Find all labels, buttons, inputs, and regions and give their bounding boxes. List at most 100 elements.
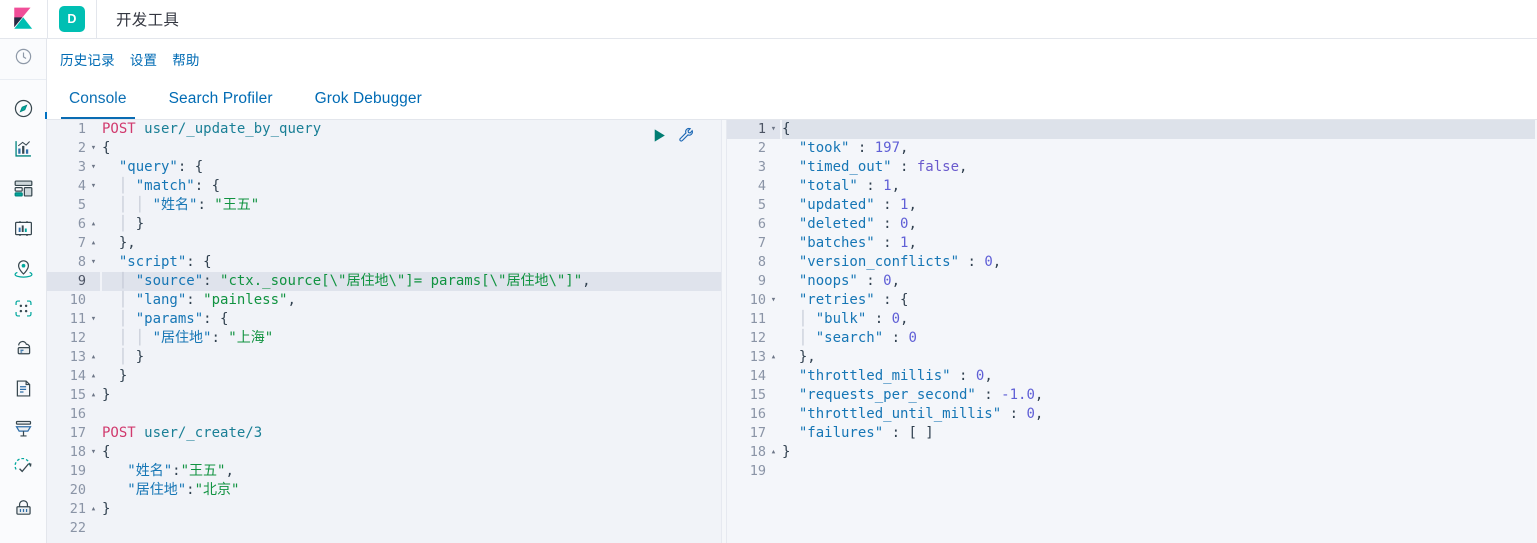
tab-console[interactable]: Console: [61, 90, 135, 119]
code-line[interactable]: }: [102, 367, 721, 386]
code-line[interactable]: },: [782, 348, 1535, 367]
gutter-line[interactable]: 13 ▴: [727, 348, 780, 367]
fold-collapse-icon[interactable]: ▾: [89, 443, 98, 462]
code-line[interactable]: │ "search" : 0: [782, 329, 1535, 348]
code-line[interactable]: },: [102, 234, 721, 253]
code-line[interactable]: "failures" : [ ]: [782, 424, 1535, 443]
wrench-icon[interactable]: [678, 127, 695, 150]
gutter-line[interactable]: 4: [727, 177, 780, 196]
gutter-line[interactable]: 16: [47, 405, 100, 424]
gutter-line[interactable]: 18 ▾: [47, 443, 100, 462]
gutter-line[interactable]: 17: [47, 424, 100, 443]
sidebar-item-security[interactable]: [0, 488, 46, 528]
code-line[interactable]: │ "bulk" : 0,: [782, 310, 1535, 329]
request-editor[interactable]: 1 2 ▾ 3 ▾ 4 ▾ 5 6 ▴ 7 ▴ 8 ▾ 9 10 11 ▾ 12 13 ▴ 14 ▴ 15 ▴ 16 17 18 ▾ 19…: [47, 120, 721, 543]
code-line[interactable]: │ │ "居住地": "上海": [102, 329, 721, 348]
gutter-line[interactable]: 11 ▾: [47, 310, 100, 329]
gutter-line[interactable]: 3: [727, 158, 780, 177]
gutter-line[interactable]: 16: [727, 405, 780, 424]
gutter-line[interactable]: 17: [727, 424, 780, 443]
gutter-line[interactable]: 20: [47, 481, 100, 500]
fold-expand-icon[interactable]: ▴: [89, 234, 98, 253]
code-line[interactable]: "version_conflicts" : 0,: [782, 253, 1535, 272]
fold-collapse-icon[interactable]: ▾: [89, 177, 98, 196]
gutter-line[interactable]: 21 ▴: [47, 500, 100, 519]
code-line[interactable]: │ }: [102, 348, 721, 367]
code-line[interactable]: [782, 462, 1535, 481]
sidebar-item-visualize[interactable]: [0, 128, 46, 168]
subnav-item-help[interactable]: 帮助: [171, 47, 200, 71]
code-line[interactable]: }: [102, 386, 721, 405]
gutter-line[interactable]: 8 ▾: [47, 253, 100, 272]
gutter-line[interactable]: 10: [47, 291, 100, 310]
gutter-line[interactable]: 15: [727, 386, 780, 405]
code-line[interactable]: "retries" : {: [782, 291, 1535, 310]
gutter-line[interactable]: 5: [47, 196, 100, 215]
tab-grok-debugger[interactable]: Grok Debugger: [307, 90, 430, 119]
fold-collapse-icon[interactable]: ▾: [769, 291, 778, 310]
fold-expand-icon[interactable]: ▴: [769, 348, 778, 367]
gutter-line[interactable]: 4 ▾: [47, 177, 100, 196]
sidebar-item-uptime[interactable]: [0, 448, 46, 488]
code-line[interactable]: │ "params": {: [102, 310, 721, 329]
gutter-line[interactable]: 14 ▴: [47, 367, 100, 386]
code-line[interactable]: "script": {: [102, 253, 721, 272]
fold-expand-icon[interactable]: ▴: [89, 215, 98, 234]
code-line[interactable]: │ "lang": "painless",: [102, 291, 721, 310]
tab-search-profiler[interactable]: Search Profiler: [161, 90, 281, 119]
sidebar-item-apm[interactable]: [0, 408, 46, 448]
code-line[interactable]: "deleted" : 0,: [782, 215, 1535, 234]
gutter-line[interactable]: 7: [727, 234, 780, 253]
gutter-line[interactable]: 1 ▾: [727, 120, 780, 139]
code-line[interactable]: "updated" : 1,: [782, 196, 1535, 215]
gutter-line[interactable]: 18 ▴: [727, 443, 780, 462]
gutter-line[interactable]: 2: [727, 139, 780, 158]
code-line[interactable]: [102, 519, 721, 538]
sidebar-item-canvas[interactable]: [0, 208, 46, 248]
sidebar-item-discover[interactable]: [0, 88, 46, 128]
gutter-line[interactable]: 1: [47, 120, 100, 139]
gutter-line[interactable]: 3 ▾: [47, 158, 100, 177]
fold-expand-icon[interactable]: ▴: [769, 443, 778, 462]
fold-collapse-icon[interactable]: ▾: [89, 139, 98, 158]
code-line[interactable]: {: [782, 120, 1535, 139]
sidebar-item-infrastructure[interactable]: [0, 328, 46, 368]
code-line[interactable]: "requests_per_second" : -1.0,: [782, 386, 1535, 405]
sidebar-item-machine-learning[interactable]: [0, 288, 46, 328]
code-line[interactable]: │ "source": "ctx._source[\"居住地\"]= param…: [102, 272, 721, 291]
gutter-line[interactable]: 10 ▾: [727, 291, 780, 310]
fold-expand-icon[interactable]: ▴: [89, 367, 98, 386]
code-line[interactable]: POST user/_create/3: [102, 424, 721, 443]
code-line[interactable]: "took" : 197,: [782, 139, 1535, 158]
code-line[interactable]: │ "match": {: [102, 177, 721, 196]
code-line[interactable]: "batches" : 1,: [782, 234, 1535, 253]
gutter-line[interactable]: 22: [47, 519, 100, 538]
gutter-line[interactable]: 8: [727, 253, 780, 272]
gutter-line[interactable]: 12: [47, 329, 100, 348]
gutter-line[interactable]: 12: [727, 329, 780, 348]
code-line[interactable]: [102, 405, 721, 424]
code-line[interactable]: }: [102, 500, 721, 519]
subnav-item-settings[interactable]: 设置: [129, 47, 158, 71]
fold-collapse-icon[interactable]: ▾: [89, 310, 98, 329]
code-line[interactable]: POST user/_update_by_query: [102, 120, 721, 139]
gutter-line[interactable]: 7 ▴: [47, 234, 100, 253]
response-editor[interactable]: 1 ▾ 2 3 4 5 6 7 8 9 10 ▾ 11 12 13 ▴ 14 15 16 17 18 ▴ 19 { "too…: [727, 120, 1535, 543]
fold-expand-icon[interactable]: ▴: [89, 348, 98, 367]
gutter-line[interactable]: 6 ▴: [47, 215, 100, 234]
gutter-line[interactable]: 2 ▾: [47, 139, 100, 158]
code-line[interactable]: "姓名":"王五",: [102, 462, 721, 481]
gutter-line[interactable]: 15 ▴: [47, 386, 100, 405]
gutter-line[interactable]: 9: [47, 272, 100, 291]
code-line[interactable]: "noops" : 0,: [782, 272, 1535, 291]
code-line[interactable]: "throttled_millis" : 0,: [782, 367, 1535, 386]
code-line[interactable]: {: [102, 139, 721, 158]
gutter-line[interactable]: 14: [727, 367, 780, 386]
code-line[interactable]: "throttled_until_millis" : 0,: [782, 405, 1535, 424]
gutter-line[interactable]: 5: [727, 196, 780, 215]
gutter-line[interactable]: 19: [727, 462, 780, 481]
gutter-line[interactable]: 9: [727, 272, 780, 291]
code-line[interactable]: }: [782, 443, 1535, 462]
fold-collapse-icon[interactable]: ▾: [769, 120, 778, 139]
gutter-line[interactable]: 11: [727, 310, 780, 329]
